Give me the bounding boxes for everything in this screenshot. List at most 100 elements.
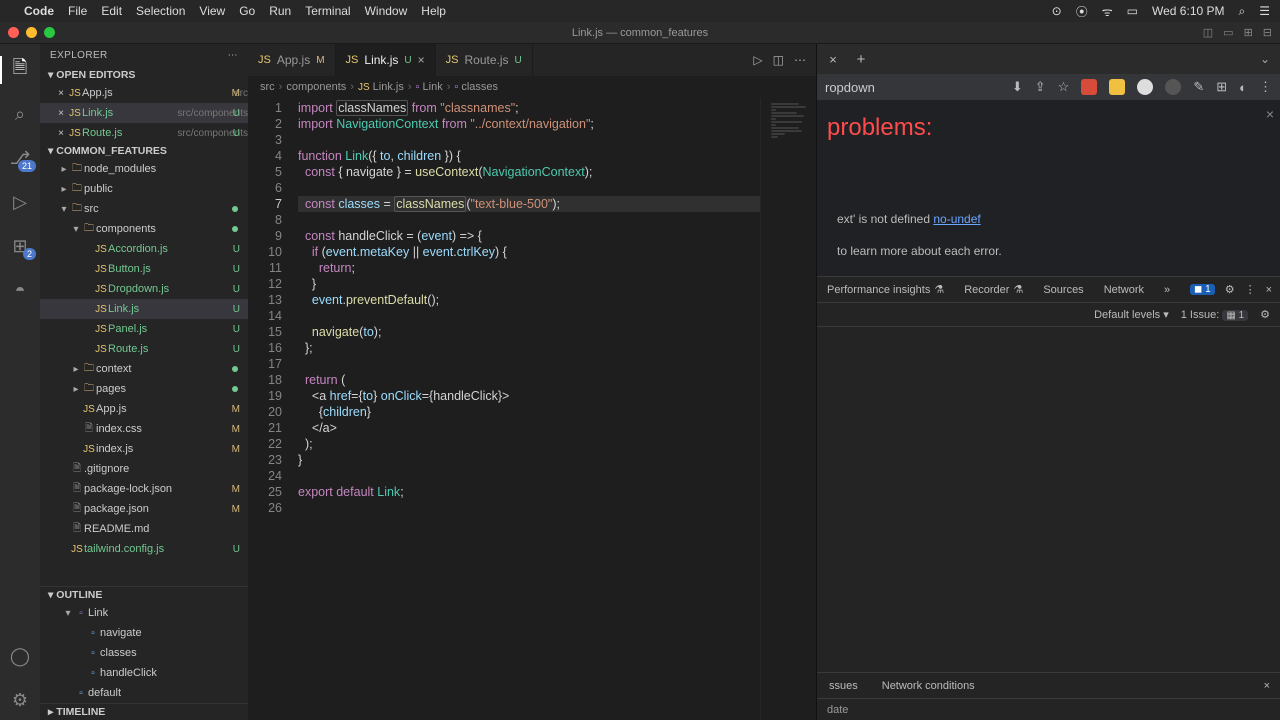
git-icon[interactable]: ⎇21	[0, 138, 40, 178]
account-icon[interactable]: ◯	[0, 636, 40, 676]
folder-item[interactable]: ▸🗀node_modules	[40, 159, 248, 179]
breadcrumb-item[interactable]: components	[286, 81, 346, 93]
chevron-down-icon[interactable]: ⌄	[1250, 52, 1280, 66]
status-icon[interactable]: ⊙	[1052, 4, 1062, 18]
console-body[interactable]	[817, 327, 1280, 672]
open-editor-item[interactable]: ×JSRoute.jssrc/componentsU	[40, 123, 248, 143]
wifi-icon[interactable]: ᯤ	[1102, 3, 1113, 20]
menu-edit[interactable]: Edit	[101, 4, 122, 18]
menu-help[interactable]: Help	[421, 4, 446, 18]
folder-item[interactable]: ▸🗀context	[40, 359, 248, 379]
close-icon[interactable]: ×	[418, 53, 425, 67]
file-item[interactable]: JSLink.jsU	[40, 299, 248, 319]
menu-selection[interactable]: Selection	[136, 4, 185, 18]
new-tab-icon[interactable]: +	[851, 48, 871, 70]
file-item[interactable]: JSPanel.jsU	[40, 319, 248, 339]
error-count-pill[interactable]: ◼ 1	[1190, 284, 1215, 295]
file-item[interactable]: 🗎index.cssM	[40, 419, 248, 439]
code-lines[interactable]: import classNames from "classnames";impo…	[294, 98, 760, 720]
close-window-icon[interactable]	[8, 27, 19, 38]
project-header[interactable]: ▾COMMON_FEATURES	[40, 143, 248, 159]
file-item[interactable]: JSDropdown.jsU	[40, 279, 248, 299]
minimize-window-icon[interactable]	[26, 27, 37, 38]
layout-icon[interactable]: ⊞	[1244, 26, 1253, 39]
outline-item[interactable]: ▾▫Link	[40, 603, 248, 623]
layout-icon[interactable]: ▭	[1223, 26, 1233, 39]
outline-item[interactable]: ▫handleClick	[40, 663, 248, 683]
editor-tab[interactable]: JSRoute.jsU	[436, 44, 533, 76]
status-icon[interactable]: ⦿	[1076, 3, 1088, 20]
split-icon[interactable]: ◫	[773, 53, 784, 67]
menu-icon[interactable]: ⋮	[1245, 283, 1256, 296]
close-icon[interactable]: ×	[1266, 106, 1274, 122]
run-icon[interactable]: ▷	[753, 53, 762, 67]
file-item[interactable]: 🗎package.jsonM	[40, 499, 248, 519]
layout-icon[interactable]: ⊟	[1263, 26, 1272, 39]
close-icon[interactable]: ×	[54, 108, 68, 119]
drawer-tab-issues[interactable]: ssues	[817, 680, 870, 692]
settings-icon[interactable]: ⚙	[1225, 283, 1235, 296]
settings-icon[interactable]: ⚙	[0, 680, 40, 720]
download-icon[interactable]: ⬇	[1012, 79, 1023, 95]
outline-item[interactable]: ▫classes	[40, 643, 248, 663]
battery-icon[interactable]: ▭	[1127, 4, 1138, 18]
menu-window[interactable]: Window	[365, 4, 408, 18]
address-tail[interactable]: ropdown	[825, 80, 875, 95]
close-icon[interactable]: ×	[1254, 680, 1280, 692]
file-item[interactable]: JSindex.jsM	[40, 439, 248, 459]
menu-terminal[interactable]: Terminal	[305, 4, 350, 18]
drawer-tab-network-conditions[interactable]: Network conditions	[870, 680, 987, 692]
close-icon[interactable]: ×	[54, 88, 68, 99]
folder-item[interactable]: ▸🗀pages	[40, 379, 248, 399]
extension-icon[interactable]	[1081, 79, 1097, 95]
breadcrumb-item[interactable]: ▫ classes	[454, 81, 498, 93]
close-icon[interactable]: ×	[1266, 284, 1272, 296]
explorer-icon[interactable]: 🗎	[0, 50, 40, 90]
dt-tab-sources[interactable]: Sources	[1033, 277, 1093, 302]
extension-icon[interactable]	[1137, 79, 1153, 95]
breadcrumbs[interactable]: src›components›JS Link.js›▫ Link›▫ class…	[248, 76, 816, 98]
outline-item[interactable]: ▫default	[40, 683, 248, 703]
extensions-icon[interactable]: ⊞	[1216, 79, 1227, 95]
menu-file[interactable]: File	[68, 4, 87, 18]
menu-view[interactable]: View	[199, 4, 225, 18]
file-item[interactable]: JSRoute.jsU	[40, 339, 248, 359]
folder-item[interactable]: ▸🗀public	[40, 179, 248, 199]
extension-icon[interactable]	[1165, 79, 1181, 95]
file-item[interactable]: JSButton.jsU	[40, 259, 248, 279]
menu-go[interactable]: Go	[239, 4, 255, 18]
editor-tab[interactable]: JSApp.jsM	[248, 44, 336, 76]
minimap[interactable]	[760, 98, 816, 720]
breadcrumb-item[interactable]: ▫ Link	[416, 81, 443, 93]
file-item[interactable]: JSApp.jsM	[40, 399, 248, 419]
control-center-icon[interactable]: ☰	[1259, 4, 1270, 18]
search-icon[interactable]: ⌕	[0, 94, 40, 134]
dt-tab-recorder[interactable]: Recorder ⚗	[954, 277, 1033, 302]
more-icon[interactable]: ⋯	[228, 50, 238, 61]
zoom-window-icon[interactable]	[44, 27, 55, 38]
issues-label[interactable]: 1 Issue: ▦ 1	[1181, 309, 1248, 321]
dt-tab-network[interactable]: Network	[1094, 277, 1154, 302]
share-icon[interactable]: ⇪	[1035, 79, 1046, 95]
code-editor[interactable]: 1234567891011121314151617181920212223242…	[248, 98, 816, 720]
open-editors-header[interactable]: ▾OPEN EDITORS	[40, 67, 248, 83]
spotlight-icon[interactable]: ⌕	[1239, 4, 1246, 19]
debug-icon[interactable]: ▷	[0, 182, 40, 222]
dt-tab-more[interactable]: »	[1154, 277, 1180, 302]
error-rule-link[interactable]: no-undef	[933, 212, 980, 226]
file-item[interactable]: 🗎README.md	[40, 519, 248, 539]
more-icon[interactable]: ⋯	[794, 53, 806, 67]
timeline-header[interactable]: ▸TIMELINE	[40, 703, 248, 720]
settings-icon[interactable]: ⚙	[1260, 308, 1270, 321]
dt-tab-perf[interactable]: Performance insights ⚗	[817, 277, 954, 302]
file-item[interactable]: 🗎.gitignore	[40, 459, 248, 479]
extensions-icon[interactable]: ⊞2	[0, 226, 40, 266]
clock[interactable]: Wed 6:10 PM	[1152, 4, 1224, 18]
open-editor-item[interactable]: ×JSApp.jssrcM	[40, 83, 248, 103]
docker-icon[interactable]: ◓	[0, 270, 40, 310]
file-item[interactable]: JStailwind.config.jsU	[40, 539, 248, 559]
open-editor-item[interactable]: ×JSLink.jssrc/componentsU	[40, 103, 248, 123]
close-icon[interactable]: ×	[54, 128, 68, 139]
app-name[interactable]: Code	[24, 4, 54, 18]
menu-run[interactable]: Run	[269, 4, 291, 18]
